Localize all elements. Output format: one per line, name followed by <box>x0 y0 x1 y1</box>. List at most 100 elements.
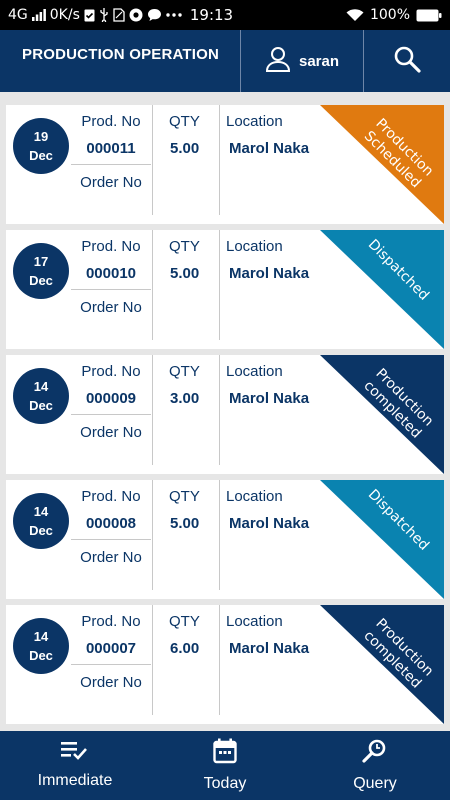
qty-column: QTY 5.00 <box>154 230 220 340</box>
search-icon <box>393 45 421 78</box>
prod-no-value: 000007 <box>85 640 137 657</box>
app-header: PRODUCTION OPERATION saran <box>0 30 450 92</box>
date-month: Dec <box>29 148 53 163</box>
prod-no-value: 000011 <box>86 140 136 157</box>
location-value: Marol Naka <box>229 390 310 407</box>
prod-no-value: 000008 <box>85 515 137 532</box>
production-card[interactable]: 19 Dec Prod. No 000011 Order No QTY 5.00… <box>6 105 444 224</box>
date-day: 17 <box>33 254 49 269</box>
location-label: Location <box>226 238 283 255</box>
qty-column: QTY 5.00 <box>154 105 220 215</box>
qty-label: QTY <box>169 488 200 505</box>
order-no-label: Order No <box>80 174 142 191</box>
order-no-label: Order No <box>80 299 142 316</box>
query-search-icon <box>362 738 388 769</box>
usb-icon <box>99 8 109 22</box>
username: saran <box>298 52 340 70</box>
date-badge: 14 Dec <box>13 493 69 549</box>
location-label: Location <box>226 488 283 505</box>
location-value: Marol Naka <box>229 640 310 657</box>
production-card[interactable]: 14 Dec Prod. No 000008 Order No QTY 5.00… <box>6 480 444 599</box>
location-label: Location <box>226 613 283 630</box>
chat-icon <box>147 8 162 22</box>
location-value: Marol Naka <box>229 515 310 532</box>
prod-no-label: Prod. No <box>81 613 141 630</box>
order-no-label: Order No <box>80 424 142 441</box>
qty-value: 5.00 <box>170 140 200 157</box>
production-list: 19 Dec Prod. No 000011 Order No QTY 5.00… <box>6 105 444 730</box>
divider <box>71 289 151 290</box>
divider <box>71 164 151 165</box>
status-bar: 4G 0K/s 19:13 100% <box>0 0 450 30</box>
nav-today-label: Today <box>203 775 247 792</box>
production-card[interactable]: 14 Dec Prod. No 000007 Order No QTY 6.00… <box>6 605 444 724</box>
qty-column: QTY 3.00 <box>154 355 220 465</box>
qty-column: QTY 5.00 <box>154 480 220 590</box>
prod-no-label: Prod. No <box>81 238 141 255</box>
status-ribbon: Production completed <box>320 605 444 724</box>
date-month: Dec <box>29 523 53 538</box>
production-card[interactable]: 14 Dec Prod. No 000009 Order No QTY 3.00… <box>6 355 444 474</box>
qty-label: QTY <box>169 113 200 130</box>
qty-label: QTY <box>169 363 200 380</box>
search-button[interactable] <box>363 30 450 92</box>
date-day: 14 <box>33 504 49 519</box>
signal-icon <box>31 9 46 21</box>
date-badge: 14 Dec <box>13 368 69 424</box>
production-card[interactable]: 17 Dec Prod. No 000010 Order No QTY 5.00… <box>6 230 444 349</box>
battery-percent: 100% <box>369 7 410 23</box>
user-icon <box>265 46 291 76</box>
qty-label: QTY <box>169 613 200 630</box>
order-no-label: Order No <box>80 674 142 691</box>
sim-icon <box>113 8 125 22</box>
status-text: Dispatched <box>364 486 432 554</box>
date-month: Dec <box>29 398 53 413</box>
prod-column: Prod. No 000009 Order No <box>71 355 153 465</box>
clock: 19:13 <box>189 6 234 24</box>
location-label: Location <box>226 113 283 130</box>
location-value: Marol Naka <box>229 140 310 157</box>
nav-today[interactable]: Today <box>150 731 300 800</box>
nav-query-label: Query <box>353 775 397 792</box>
calendar-icon <box>213 738 237 769</box>
prod-column: Prod. No 000008 Order No <box>71 480 153 590</box>
bottom-nav: Immediate Today Query <box>0 731 450 800</box>
qty-value: 5.00 <box>170 265 200 282</box>
status-text: Production completed <box>360 615 437 692</box>
prod-column: Prod. No 000010 Order No <box>71 230 153 340</box>
more-notifications-icon <box>166 13 182 17</box>
user-profile-button[interactable]: saran <box>240 30 363 92</box>
nav-immediate-label: Immediate <box>37 772 113 789</box>
status-text: Production Scheduled <box>360 115 437 192</box>
battery-icon <box>416 9 442 22</box>
prod-no-label: Prod. No <box>81 363 141 380</box>
date-badge: 19 Dec <box>13 118 69 174</box>
order-no-label: Order No <box>80 549 142 566</box>
status-text: Dispatched <box>364 236 432 304</box>
location-label: Location <box>226 363 283 380</box>
qty-value: 5.00 <box>170 515 200 532</box>
divider <box>71 664 151 665</box>
status-text: Production completed <box>360 365 437 442</box>
qty-value: 6.00 <box>170 640 200 657</box>
prod-column: Prod. No 000011 Order No <box>71 105 153 215</box>
clipboard-check-icon <box>84 8 95 22</box>
qty-column: QTY 6.00 <box>154 605 220 715</box>
prod-no-value: 000009 <box>85 390 137 407</box>
date-day: 14 <box>33 629 49 644</box>
status-ribbon: Production Scheduled <box>320 105 444 224</box>
date-day: 14 <box>33 379 49 394</box>
nav-query[interactable]: Query <box>300 731 450 800</box>
date-month: Dec <box>29 648 53 663</box>
divider <box>71 539 151 540</box>
date-month: Dec <box>29 273 53 288</box>
nav-immediate[interactable]: Immediate <box>0 731 150 800</box>
status-ribbon: Dispatched <box>320 480 444 599</box>
checklist-icon <box>61 741 89 766</box>
qty-value: 3.00 <box>170 390 200 407</box>
qty-label: QTY <box>169 238 200 255</box>
prod-no-value: 000010 <box>85 265 137 282</box>
date-badge: 14 Dec <box>13 618 69 674</box>
chrome-icon <box>129 8 143 22</box>
status-ribbon: Dispatched <box>320 230 444 349</box>
